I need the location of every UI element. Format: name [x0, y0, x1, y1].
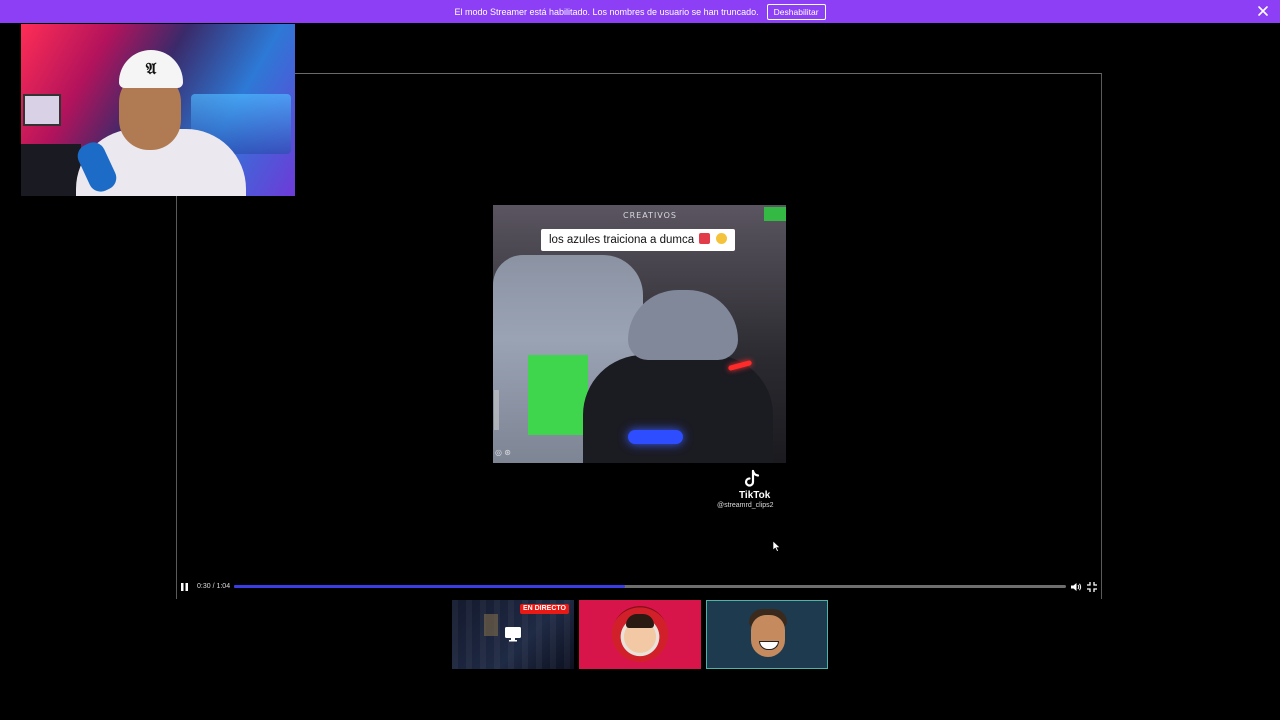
- volume-icon[interactable]: [1070, 581, 1082, 593]
- mouse-cursor-icon: [773, 541, 781, 552]
- tiktok-clip: ◎ ⊛ CREATIVOS los azules traiciona a dum…: [493, 205, 786, 463]
- clip-green-badge: [764, 207, 786, 221]
- clip-overlay-logo: CREATIVOS: [623, 211, 678, 220]
- tiktok-icon: [744, 469, 760, 487]
- seek-bar[interactable]: [234, 585, 1066, 588]
- webcam-streamer-cap: 𝔄: [119, 50, 183, 88]
- tiktok-brand: TikTok: [739, 490, 771, 501]
- clip-green-vest: [528, 355, 588, 435]
- close-icon[interactable]: [1256, 4, 1270, 18]
- avatar: [751, 615, 785, 657]
- clip-bucket-hat: [628, 290, 738, 360]
- live-badge: EN DIRECTO: [519, 604, 569, 614]
- live-stream-thumbnail[interactable]: EN DIRECTO: [452, 600, 574, 669]
- pause-icon[interactable]: [180, 582, 189, 592]
- webcam-background-monitor: [23, 94, 61, 126]
- webcam-overlay: 𝔄: [21, 24, 295, 196]
- banner-text: El modo Streamer está habilitado. Los no…: [454, 6, 759, 17]
- clip-blue-light: [628, 430, 683, 444]
- emoji-icon: [699, 233, 711, 244]
- screen-share-icon: [505, 627, 521, 642]
- tiktok-watermark: TikTok @streamrd_clips2: [717, 469, 787, 509]
- clip-hud-icons: ◎ ⊛: [495, 448, 511, 457]
- clip-character-right: [583, 355, 773, 463]
- participant-avatar-tile[interactable]: [706, 600, 828, 669]
- clip-caption-text: los azules traiciona a dumca: [549, 234, 695, 246]
- tiktok-handle: @streamrd_clips2: [717, 502, 774, 509]
- streamer-mode-banner: El modo Streamer está habilitado. Los no…: [0, 0, 1280, 23]
- seek-bar-progress: [234, 585, 626, 588]
- playback-time: 0:30 / 1:04: [197, 583, 231, 590]
- exit-fullscreen-icon[interactable]: [1086, 581, 1098, 593]
- clip-hud-bar: [494, 390, 499, 430]
- avatar-hair: [626, 614, 654, 628]
- participant-avatar-tile[interactable]: [579, 600, 701, 669]
- thumbnail-preview-image: [484, 614, 498, 636]
- disable-streamer-mode-button[interactable]: Deshabilitar: [766, 3, 826, 20]
- emoji-icon: [715, 233, 727, 244]
- webcam-chair: [21, 144, 81, 196]
- player-controls: 0:30 / 1:04: [176, 579, 1102, 595]
- clip-caption: los azules traiciona a dumca: [541, 229, 735, 251]
